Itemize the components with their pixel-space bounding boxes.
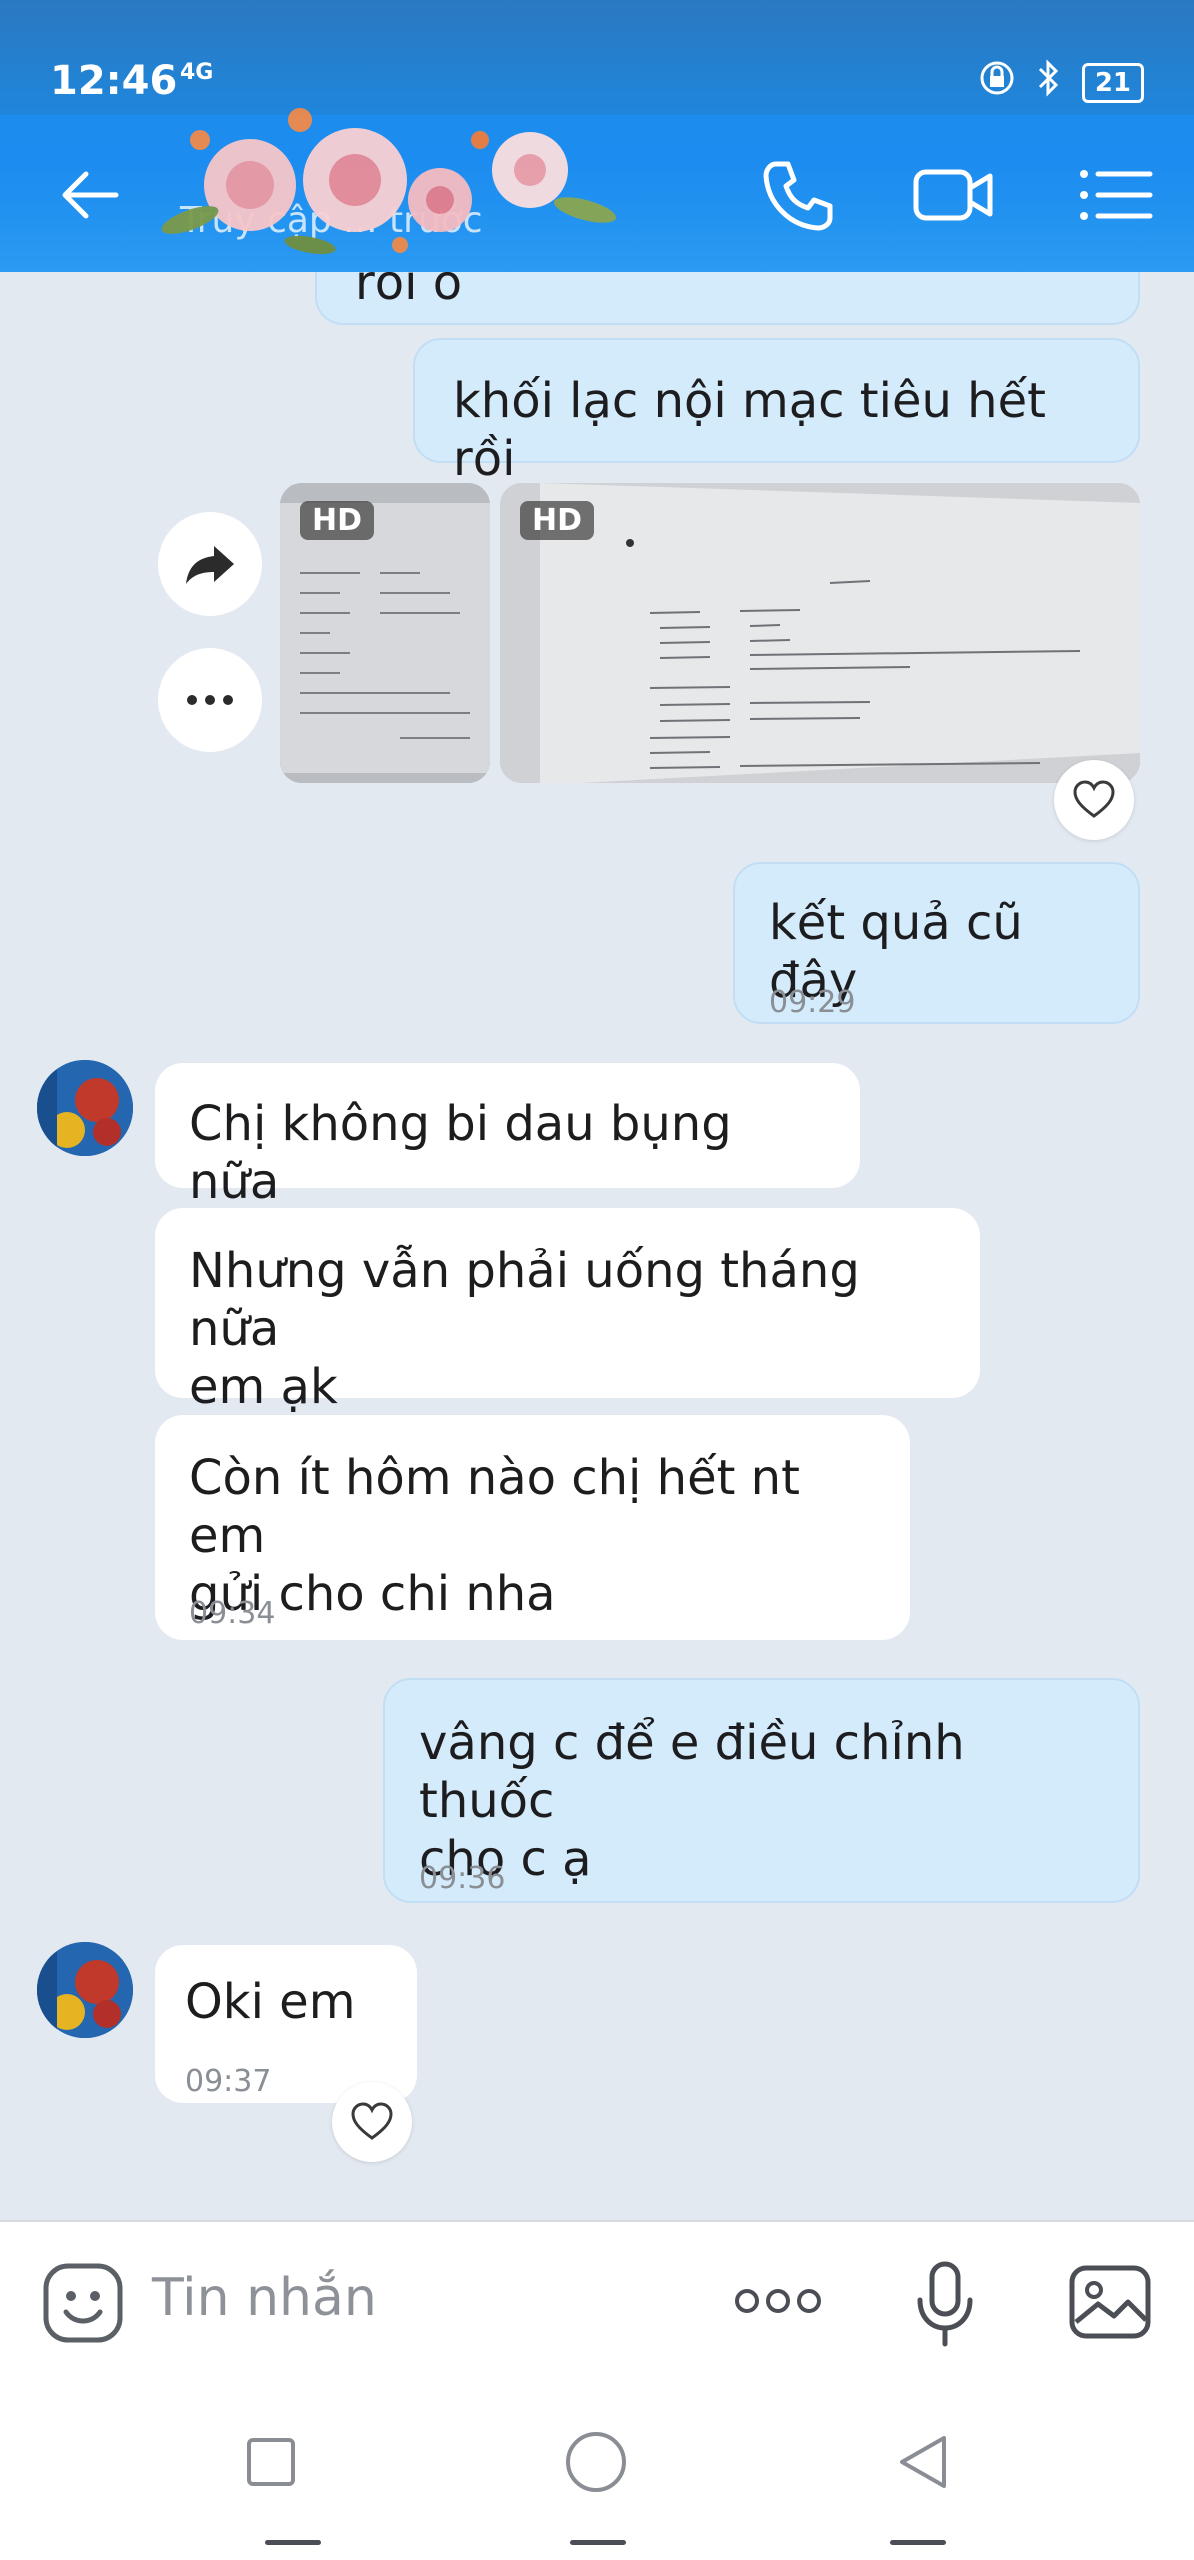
message-bubble-outgoing[interactable]: khối lạc nội mạc tiêu hết rồi bbox=[413, 338, 1140, 487]
message-bubble-incoming[interactable]: Còn ít hôm nào chị hết nt em gửi cho chi… bbox=[155, 1415, 910, 1640]
image-attachment[interactable]: HD bbox=[500, 483, 1140, 783]
message-bubble-outgoing[interactable]: vâng c để e điều chỉnh thuốc cho c ạ 09:… bbox=[383, 1678, 1140, 1903]
message-bubble-incoming[interactable]: Oki em 09:37 bbox=[155, 1945, 417, 2103]
status-icons: 21 bbox=[978, 58, 1144, 107]
message-timestamp: 09:29 bbox=[769, 985, 856, 1020]
message-bubble-incoming[interactable]: Chị không bi dau bụng nữa bbox=[155, 1063, 860, 1210]
forward-button[interactable] bbox=[158, 512, 262, 616]
message-bubble-outgoing[interactable]: kết quả cũ đây 09:29 bbox=[733, 862, 1140, 1024]
message-text-line: Nhưng vẫn phải uống tháng nữa bbox=[189, 1243, 860, 1357]
hd-badge: HD bbox=[300, 501, 375, 540]
heart-icon bbox=[1073, 780, 1115, 818]
message-text-line: Còn ít hôm nào chị hết nt em bbox=[189, 1450, 800, 1564]
battery-indicator: 21 bbox=[1081, 62, 1144, 103]
heart-icon bbox=[351, 2102, 393, 2140]
lock-icon bbox=[978, 59, 1016, 106]
message-text-line: em ạk bbox=[189, 1359, 338, 1415]
phone-call-icon[interactable] bbox=[752, 150, 842, 240]
nav-indicator bbox=[570, 2540, 626, 2545]
hd-badge: HD bbox=[520, 501, 595, 540]
more-dots-icon bbox=[187, 695, 233, 705]
more-options-button[interactable] bbox=[158, 648, 262, 752]
back-triangle-icon[interactable] bbox=[894, 2432, 950, 2492]
message-text: Oki em bbox=[185, 1974, 356, 2030]
sticker-emoji-icon[interactable] bbox=[42, 2262, 124, 2344]
more-dots-icon[interactable] bbox=[733, 2284, 823, 2318]
react-heart-button[interactable] bbox=[332, 2082, 412, 2162]
message-timestamp: 09:34 bbox=[189, 1596, 276, 1631]
message-timestamp: 09:37 bbox=[185, 2064, 272, 2099]
microphone-icon[interactable] bbox=[912, 2258, 978, 2348]
image-gallery-icon[interactable] bbox=[1068, 2264, 1152, 2340]
avatar-image bbox=[37, 1942, 133, 2038]
bluetooth-icon bbox=[1034, 58, 1064, 107]
nav-indicator bbox=[265, 2540, 321, 2545]
home-circle-icon[interactable] bbox=[564, 2430, 628, 2494]
message-text-line: gửi cho chi nha bbox=[189, 1566, 556, 1622]
back-arrow-icon[interactable] bbox=[56, 160, 126, 230]
avatar-image bbox=[37, 1060, 133, 1156]
react-heart-button[interactable] bbox=[1054, 760, 1134, 840]
chat-header: 12:46 4G 21 Truy cập ... trước bbox=[0, 0, 1194, 272]
image-attachment[interactable]: HD bbox=[280, 483, 490, 783]
message-input[interactable]: Tin nhắn bbox=[152, 2268, 377, 2328]
message-text-line: vâng c để e điều chỉnh thuốc bbox=[419, 1715, 965, 1829]
message-text: khối lạc nội mạc tiêu hết rồi bbox=[453, 373, 1046, 487]
contact-avatar[interactable] bbox=[37, 1060, 133, 1156]
message-bubble-incoming[interactable]: Nhưng vẫn phải uống tháng nữa em ạk bbox=[155, 1208, 980, 1415]
contact-avatar[interactable] bbox=[37, 1942, 133, 2038]
menu-list-icon[interactable] bbox=[1070, 150, 1160, 240]
share-arrow-icon bbox=[186, 546, 234, 584]
recent-apps-square-icon[interactable] bbox=[245, 2436, 297, 2488]
flower-decoration-icon bbox=[161, 108, 617, 255]
message-text-line: cho c ạ bbox=[419, 1831, 592, 1887]
message-timestamp: 09:36 bbox=[419, 1861, 506, 1896]
nav-indicator bbox=[890, 2540, 946, 2545]
document-photo-thumbnail bbox=[500, 483, 1140, 783]
video-call-icon[interactable] bbox=[908, 150, 998, 240]
message-text: Chị không bi dau bụng nữa bbox=[189, 1096, 732, 1210]
